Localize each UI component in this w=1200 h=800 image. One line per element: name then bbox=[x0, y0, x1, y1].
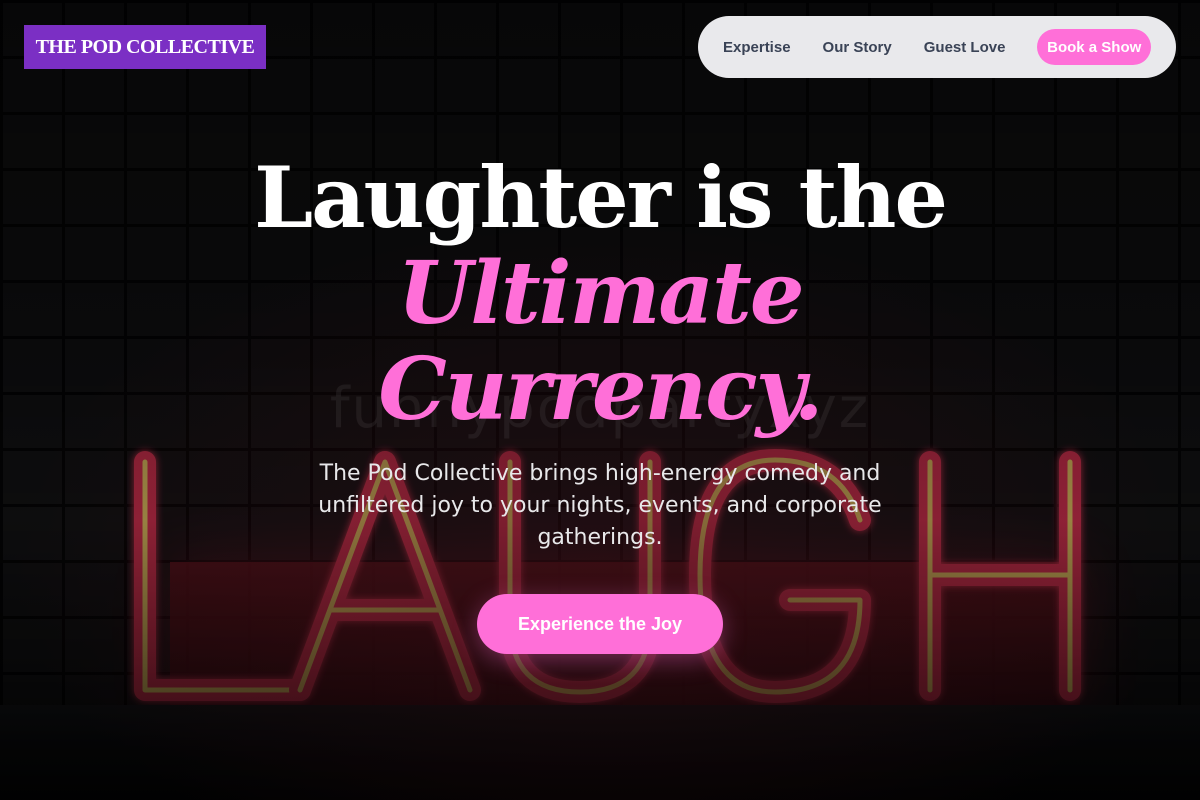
hero-title: Laughter is the Ultimate Currency. bbox=[0, 150, 1200, 438]
hero-title-line-2: Ultimate bbox=[397, 243, 804, 344]
nav-item-our-story[interactable]: Our Story bbox=[823, 39, 892, 56]
experience-the-joy-button[interactable]: Experience the Joy bbox=[477, 594, 723, 654]
brand-logo[interactable]: THE POD COLLECTIVE bbox=[24, 25, 266, 69]
hero-subtitle: The Pod Collective brings high-energy co… bbox=[318, 461, 882, 550]
book-a-show-button[interactable]: Book a Show bbox=[1037, 29, 1151, 65]
nav-item-guest-love[interactable]: Guest Love bbox=[924, 39, 1006, 56]
top-navigation: Expertise Our Story Guest Love Book a Sh… bbox=[698, 16, 1176, 78]
nav-item-expertise[interactable]: Expertise bbox=[723, 39, 791, 56]
hero-title-line-3: Currency. bbox=[378, 339, 823, 440]
hero-title-line-1: Laughter is the bbox=[254, 148, 948, 247]
